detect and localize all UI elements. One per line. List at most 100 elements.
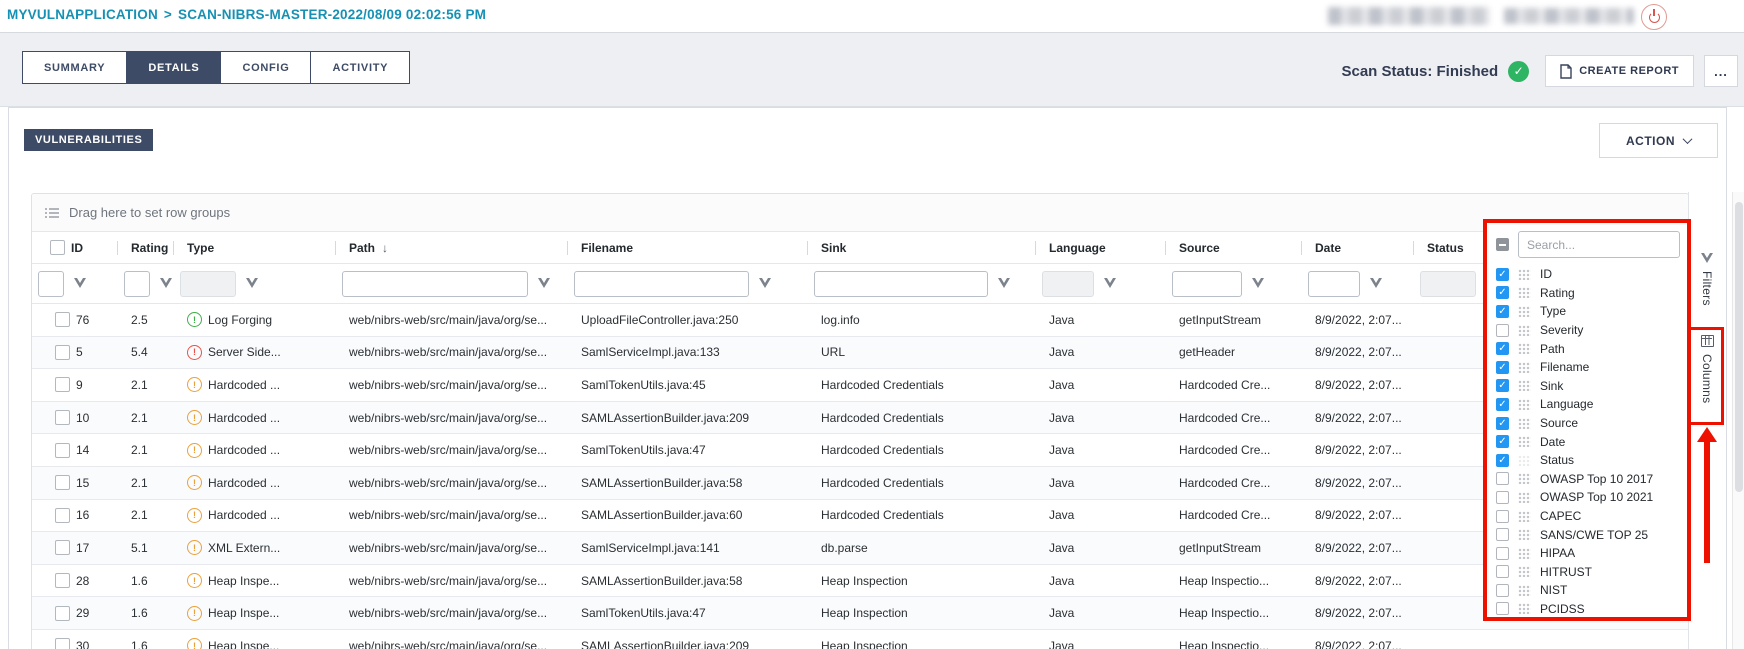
table-row[interactable]: 142.1!Hardcoded ...web/nibrs-web/src/mai… [32,434,1688,467]
column-checkbox[interactable] [1496,472,1509,485]
column-header-sink[interactable]: Sink [808,232,1036,263]
drag-handle-icon[interactable] [1518,585,1531,596]
column-header-date[interactable]: Date [1302,232,1414,263]
column-toggle-item[interactable]: HIPAA [1487,544,1687,563]
column-toggle-item[interactable]: ID [1487,265,1687,284]
row-checkbox[interactable] [55,312,70,327]
column-toggle-item[interactable]: NIST [1487,581,1687,600]
row-checkbox[interactable] [55,345,70,360]
drag-handle-icon[interactable] [1518,343,1531,354]
column-toggle-item[interactable]: Language [1487,395,1687,414]
filter-funnel-icon[interactable] [998,278,1011,289]
table-row[interactable]: 301.6!Heap Inspe...web/nibrs-web/src/mai… [32,630,1688,649]
drag-handle-icon[interactable] [1518,269,1531,280]
tab-activity[interactable]: ACTIVITY [310,51,410,84]
filter-funnel-icon[interactable] [246,278,259,289]
filter-input-sink[interactable] [814,271,988,297]
filter-funnel-icon[interactable] [538,278,551,289]
drag-handle-icon[interactable] [1518,287,1531,298]
column-checkbox[interactable] [1496,491,1509,504]
column-checkbox[interactable] [1496,417,1509,430]
drag-handle-icon[interactable] [1518,492,1531,503]
row-checkbox[interactable] [55,443,70,458]
column-header-id[interactable]: ID [32,232,118,263]
tab-config[interactable]: CONFIG [220,51,311,84]
column-header-path[interactable]: Path↓ [336,232,568,263]
logout-button[interactable] [1641,4,1667,30]
column-toggle-item[interactable]: OWASP Top 10 2021 [1487,488,1687,507]
select-all-rows-checkbox[interactable] [50,240,65,255]
column-toggle-item[interactable]: Path [1487,339,1687,358]
drag-handle-icon[interactable] [1518,380,1531,391]
column-toggle-item[interactable]: HITRUST [1487,563,1687,582]
scrollbar-thumb[interactable] [1735,202,1743,492]
side-tab-filters[interactable]: Filters [1689,253,1725,306]
breadcrumb-app-name[interactable]: MYVULNAPPLICATION [7,7,158,22]
drag-handle-icon[interactable] [1518,548,1531,559]
column-checkbox[interactable] [1496,305,1509,318]
row-checkbox[interactable] [55,606,70,621]
column-checkbox[interactable] [1496,435,1509,448]
column-toggle-item[interactable]: Type [1487,302,1687,321]
filter-input-source[interactable] [1172,271,1242,297]
create-report-button[interactable]: CREATE REPORT [1545,55,1694,87]
column-checkbox[interactable] [1496,510,1509,523]
column-checkbox[interactable] [1496,547,1509,560]
drag-handle-icon[interactable] [1518,436,1531,447]
row-group-panel[interactable]: Drag here to set row groups [32,194,1688,232]
columns-search-input[interactable] [1518,231,1680,258]
column-header-language[interactable]: Language [1036,232,1166,263]
filter-funnel-icon[interactable] [1252,278,1265,289]
column-header-source[interactable]: Source [1166,232,1302,263]
column-header-type[interactable]: Type [174,232,336,263]
column-toggle-item[interactable]: Date [1487,432,1687,451]
column-toggle-item[interactable]: SANS/CWE TOP 25 [1487,525,1687,544]
row-checkbox[interactable] [55,573,70,588]
column-toggle-item[interactable]: Status [1487,451,1687,470]
row-checkbox[interactable] [55,638,70,649]
column-checkbox[interactable] [1496,324,1509,337]
column-checkbox[interactable] [1496,584,1509,597]
side-tab-columns[interactable]: Columns [1689,335,1725,403]
drag-handle-icon[interactable] [1518,529,1531,540]
column-header-filename[interactable]: Filename [568,232,808,263]
column-toggle-item[interactable]: PCIDSS [1487,600,1687,617]
drag-handle-icon[interactable] [1518,306,1531,317]
row-checkbox[interactable] [55,540,70,555]
column-toggle-item[interactable]: Sink [1487,377,1687,396]
column-checkbox[interactable] [1496,342,1509,355]
column-checkbox[interactable] [1496,361,1509,374]
table-row[interactable]: 55.4!Server Side...web/nibrs-web/src/mai… [32,337,1688,370]
column-header-rating[interactable]: Rating [118,232,174,263]
tab-details[interactable]: DETAILS [126,51,221,84]
filter-funnel-icon[interactable] [160,278,173,289]
row-checkbox[interactable] [55,508,70,523]
more-options-button[interactable]: ... [1704,55,1738,87]
filter-input-id[interactable] [38,271,64,297]
column-toggle-item[interactable]: Severity [1487,321,1687,340]
tab-summary[interactable]: SUMMARY [22,51,127,84]
table-row[interactable]: 175.1!XML Extern...web/nibrs-web/src/mai… [32,532,1688,565]
row-checkbox[interactable] [55,410,70,425]
table-row[interactable]: 102.1!Hardcoded ...web/nibrs-web/src/mai… [32,402,1688,435]
row-checkbox[interactable] [55,377,70,392]
drag-handle-icon[interactable] [1518,399,1531,410]
row-checkbox[interactable] [55,475,70,490]
table-row[interactable]: 92.1!Hardcoded ...web/nibrs-web/src/main… [32,369,1688,402]
action-dropdown-button[interactable]: ACTION [1599,123,1718,158]
filter-funnel-icon[interactable] [1104,278,1117,289]
filter-funnel-icon[interactable] [759,278,772,289]
table-row[interactable]: 162.1!Hardcoded ...web/nibrs-web/src/mai… [32,500,1688,533]
column-checkbox[interactable] [1496,398,1509,411]
filter-input-rating[interactable] [124,271,150,297]
drag-handle-icon[interactable] [1518,362,1531,373]
column-checkbox[interactable] [1496,602,1509,615]
column-checkbox[interactable] [1496,286,1509,299]
drag-handle-icon[interactable] [1518,325,1531,336]
column-toggle-item[interactable]: OWASP Top 10 2017 [1487,470,1687,489]
column-checkbox[interactable] [1496,268,1509,281]
drag-handle-icon[interactable] [1518,603,1531,614]
column-toggle-item[interactable]: Source [1487,414,1687,433]
column-toggle-item[interactable]: CAPEC [1487,507,1687,526]
drag-handle-icon[interactable] [1518,511,1531,522]
